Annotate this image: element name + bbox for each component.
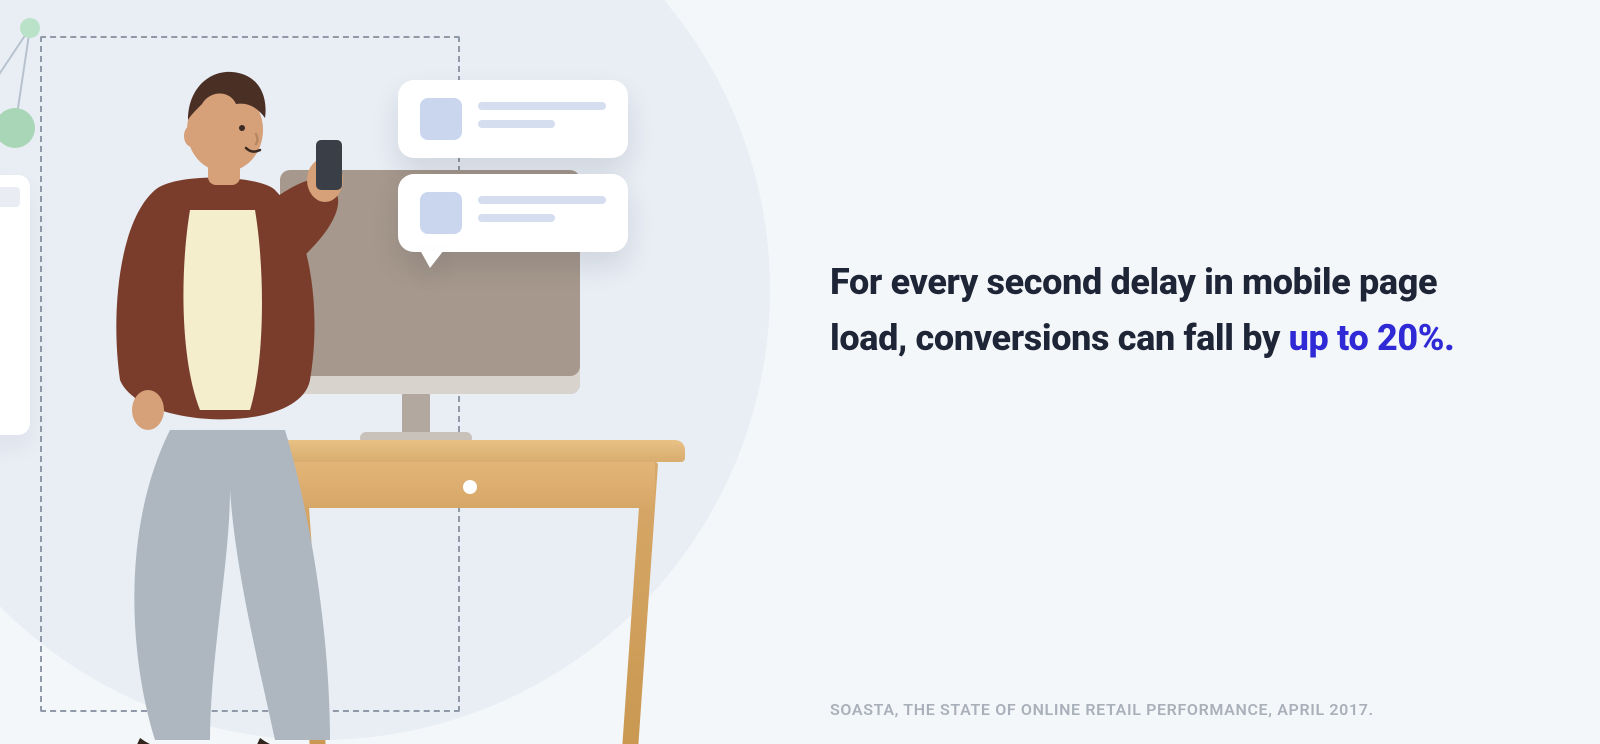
bubble-lines <box>478 192 606 232</box>
desk-drawer-knob <box>463 480 477 494</box>
headline-highlight: up to 20%. <box>1289 317 1455 359</box>
headline-block: For every second delay in mobile page lo… <box>830 255 1470 367</box>
headline-text: For every second delay in mobile page lo… <box>830 255 1470 367</box>
chat-bubble-icon <box>398 80 628 158</box>
bubble-lines <box>478 98 606 138</box>
attribution-text: SOASTA, THE STATE OF ONLINE RETAIL PERFO… <box>830 700 1374 719</box>
illustration-stage <box>0 0 1600 744</box>
chat-bubble-icon <box>398 174 628 252</box>
bubble-thumbnail <box>420 98 462 140</box>
person-illustration <box>60 60 420 744</box>
bubble-thumbnail <box>420 192 462 234</box>
